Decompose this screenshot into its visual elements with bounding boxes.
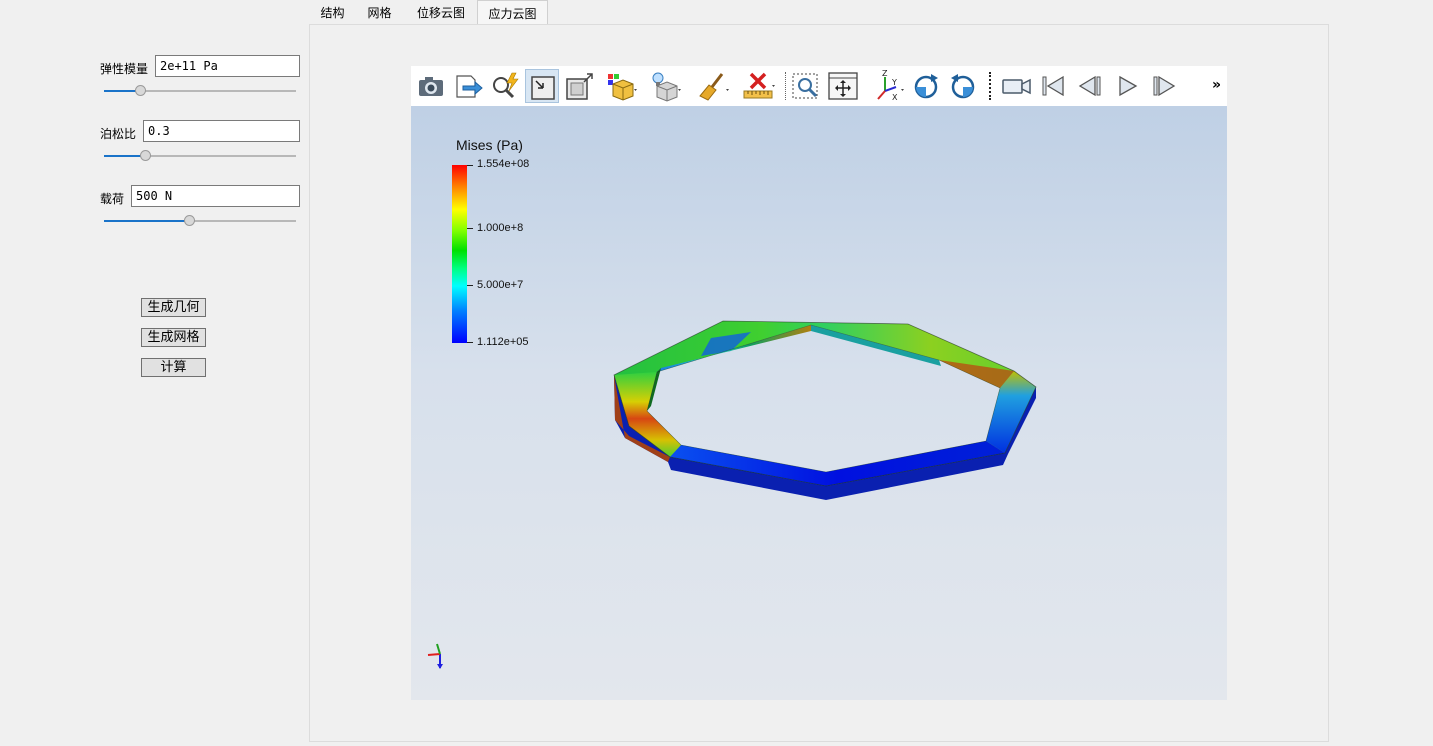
stress-model — [613, 320, 1037, 500]
render-viewport[interactable]: Mises (Pa) 1.554e+08 1.000e+8 5.000e+7 1… — [411, 106, 1227, 700]
tab-stress-contour[interactable]: 应力云图 — [477, 0, 548, 25]
video-camera-icon[interactable] — [999, 69, 1033, 103]
toolbar-separator — [785, 72, 786, 100]
color-legend-icon[interactable] — [604, 69, 638, 103]
toolbar-separator — [989, 72, 991, 100]
delete-ruler-icon[interactable] — [741, 69, 775, 103]
toolbar-overflow-button[interactable]: » — [1212, 77, 1221, 93]
camera-icon[interactable] — [414, 69, 448, 103]
load-slider[interactable] — [104, 215, 296, 227]
svg-text:X: X — [892, 93, 898, 102]
clear-brush-icon[interactable] — [696, 69, 730, 103]
svg-text:Z: Z — [882, 69, 888, 78]
next-frame-icon[interactable] — [1147, 69, 1181, 103]
reset-camera-icon[interactable] — [826, 69, 860, 103]
viewer-toolbar: ZYX » — [411, 66, 1227, 106]
compute-button[interactable]: 计算 — [141, 358, 206, 377]
poisson-ratio-slider[interactable] — [104, 150, 296, 162]
play-icon[interactable] — [1110, 69, 1144, 103]
load-input[interactable]: 500 N — [131, 185, 300, 207]
poisson-ratio-input[interactable]: 0.3 — [143, 120, 300, 142]
box-select-icon[interactable] — [562, 69, 596, 103]
generate-geometry-button[interactable]: 生成几何 — [141, 298, 206, 317]
axes-triad-icon — [427, 643, 443, 669]
elastic-modulus-input[interactable]: 2e+11 Pa — [155, 55, 300, 77]
generate-mesh-button[interactable]: 生成网格 — [141, 328, 206, 347]
poisson-ratio-label: 泊松比 — [100, 127, 137, 141]
rotate-ccw-icon[interactable] — [946, 69, 980, 103]
zoom-to-box-icon[interactable] — [789, 69, 823, 103]
load-label: 载荷 — [100, 192, 125, 206]
previous-frame-icon[interactable] — [1073, 69, 1107, 103]
svg-text:Y: Y — [891, 78, 897, 87]
select-icon[interactable] — [525, 69, 559, 103]
slider-handle[interactable] — [135, 85, 146, 96]
interact-probe-icon[interactable] — [488, 69, 522, 103]
slider-handle[interactable] — [140, 150, 151, 161]
axes-orientation-icon[interactable]: ZYX — [872, 69, 906, 103]
elastic-modulus-slider[interactable] — [104, 85, 296, 97]
first-frame-icon[interactable] — [1036, 69, 1070, 103]
tab-mesh[interactable]: 网格 — [357, 0, 402, 24]
elastic-modulus-label: 弹性模量 — [100, 62, 149, 76]
slider-handle[interactable] — [184, 215, 195, 226]
tab-structure[interactable]: 结构 — [310, 0, 355, 24]
rotate-cw-icon[interactable] — [909, 69, 943, 103]
lighting-icon[interactable] — [648, 69, 682, 103]
export-icon[interactable] — [451, 69, 485, 103]
tab-displacement-contour[interactable]: 位移云图 — [406, 0, 476, 24]
